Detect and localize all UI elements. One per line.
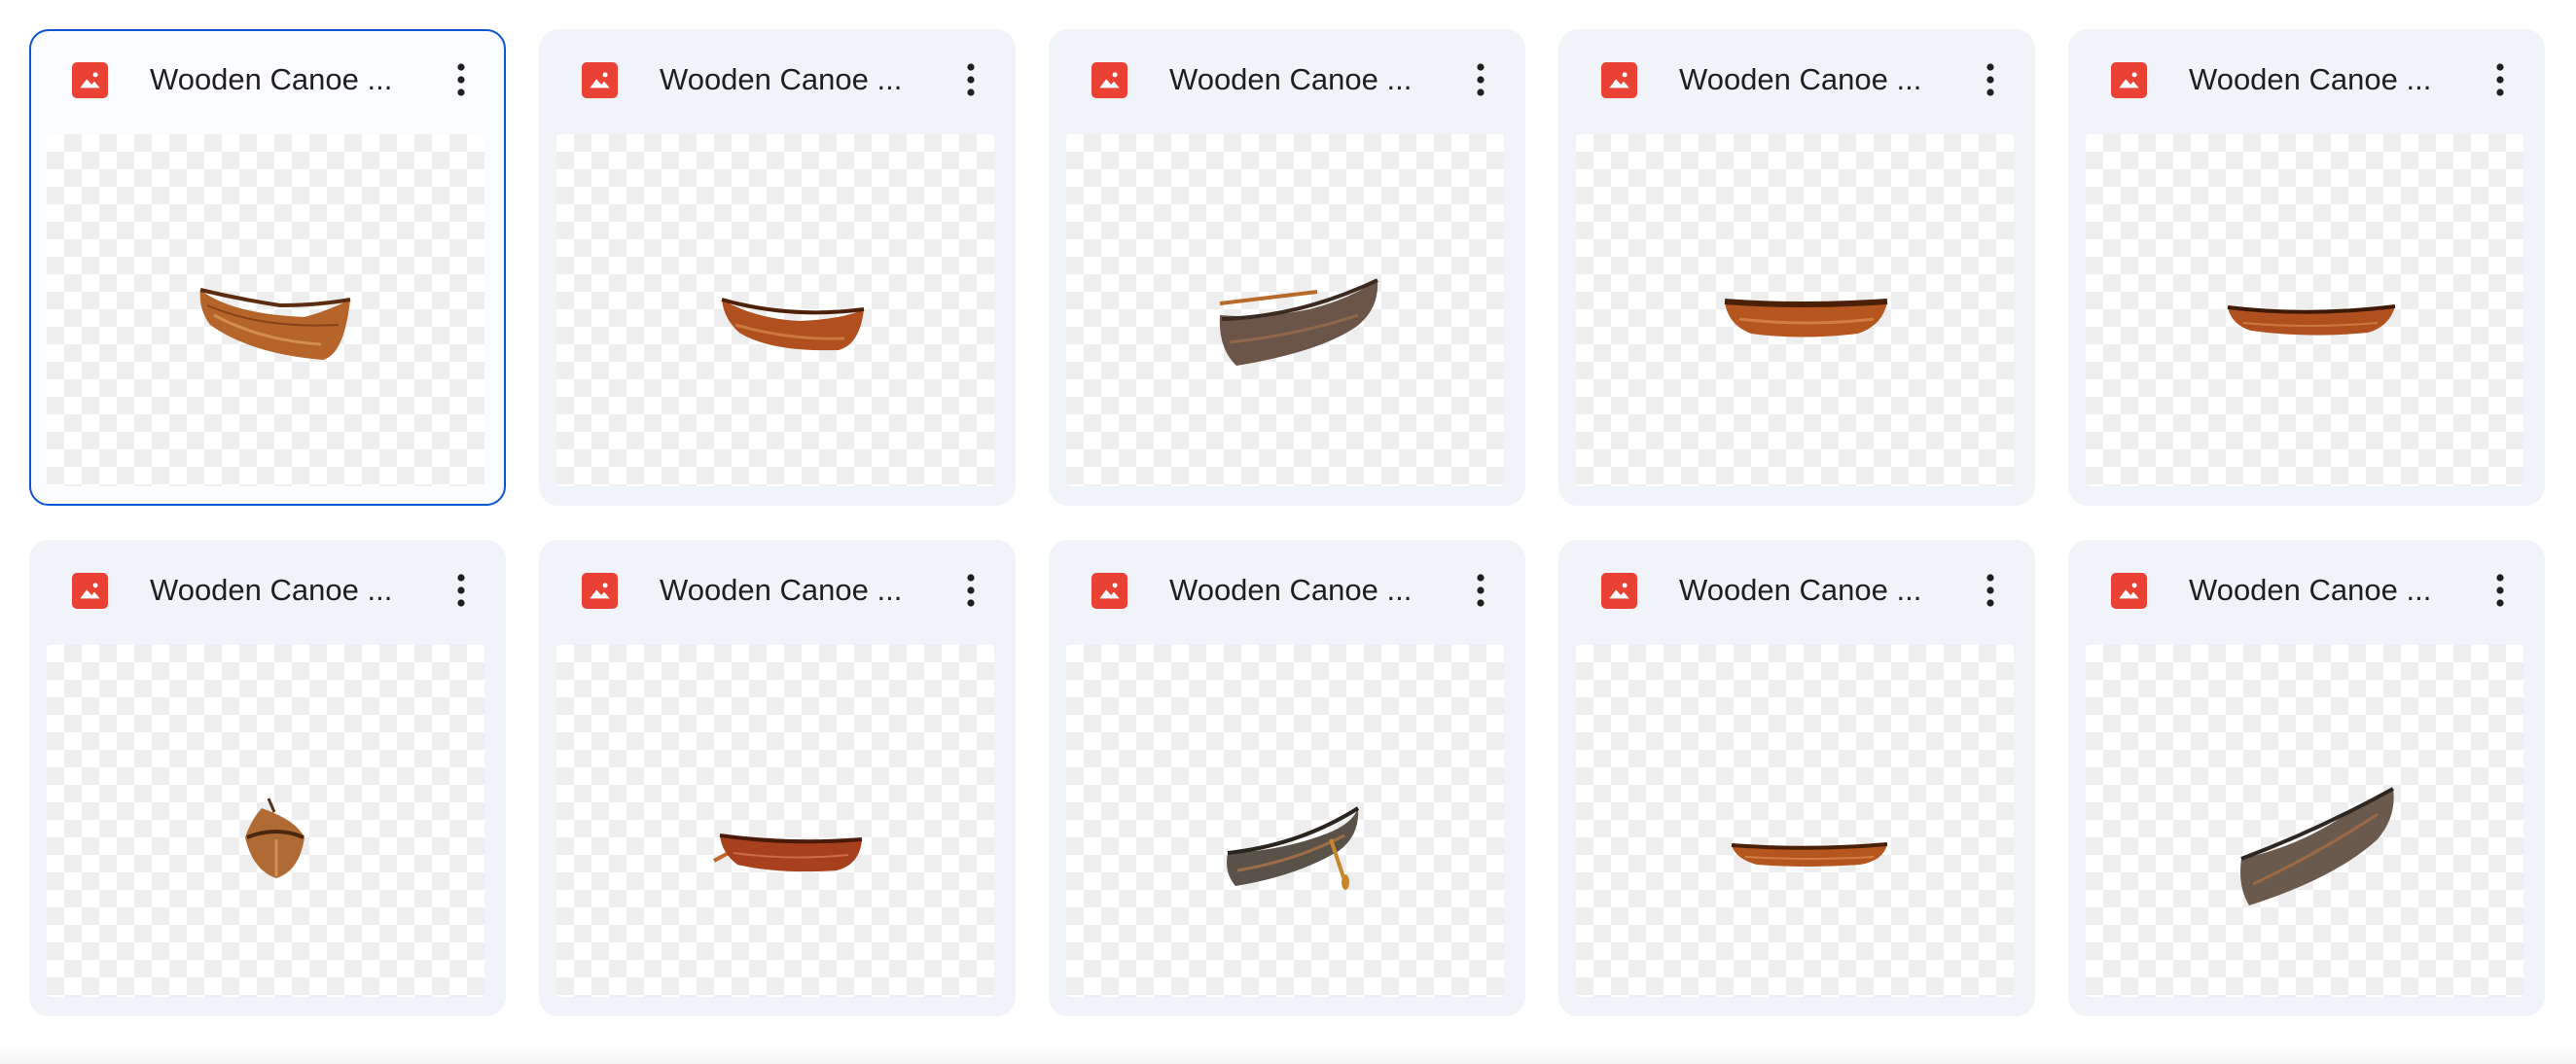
file-card[interactable]: Wooden Canoe ... (1558, 540, 2035, 1016)
canoe-image (1219, 278, 1378, 366)
more-options-button[interactable] (1965, 54, 2016, 105)
image-file-icon (582, 573, 618, 609)
file-card-header: Wooden Canoe ... (29, 540, 506, 642)
file-grid: Wooden Canoe ... Wooden Canoe ... Wooden… (29, 29, 2545, 1016)
image-file-icon (2111, 62, 2147, 98)
canoe-image (199, 288, 351, 360)
file-card[interactable]: Wooden Canoe ... (539, 29, 1016, 506)
file-name: Wooden Canoe ... (2189, 62, 2432, 96)
more-options-button[interactable] (1965, 565, 2016, 616)
file-card[interactable]: Wooden Canoe ... (1558, 29, 2035, 506)
image-file-icon (72, 62, 108, 98)
more-vertical-icon (1986, 63, 1994, 96)
more-vertical-icon (1477, 63, 1485, 96)
file-thumbnail (2086, 645, 2523, 997)
file-name: Wooden Canoe ... (1679, 573, 1922, 607)
file-card[interactable]: Wooden Canoe ... (2068, 29, 2545, 506)
canoe-image (713, 833, 863, 872)
file-name: Wooden Canoe ... (660, 62, 903, 96)
canoe-image (1227, 806, 1360, 890)
more-vertical-icon (1477, 574, 1485, 607)
more-options-button[interactable] (1455, 54, 1506, 105)
file-name: Wooden Canoe ... (1169, 573, 1413, 607)
more-options-button[interactable] (2475, 565, 2525, 616)
canoe-image (245, 798, 304, 878)
more-options-button[interactable] (436, 565, 486, 616)
image-file-icon (1091, 62, 1127, 98)
file-thumbnail (1066, 645, 1504, 997)
scroll-shadow (0, 1046, 2576, 1064)
image-file-icon (72, 573, 108, 609)
file-name: Wooden Canoe ... (150, 573, 393, 607)
more-vertical-icon (2496, 574, 2504, 607)
file-card[interactable]: Wooden Canoe ... (539, 540, 1016, 1016)
file-card-header: Wooden Canoe ... (1049, 540, 1525, 642)
file-thumbnail (556, 645, 994, 997)
file-thumbnail (47, 645, 484, 997)
more-options-button[interactable] (946, 565, 996, 616)
file-card-header: Wooden Canoe ... (2068, 29, 2545, 131)
more-options-button[interactable] (2475, 54, 2525, 105)
file-card-header: Wooden Canoe ... (1558, 29, 2035, 131)
more-vertical-icon (457, 63, 465, 96)
file-card[interactable]: Wooden Canoe ... (1049, 29, 1525, 506)
file-thumbnail (2086, 134, 2523, 486)
more-options-button[interactable] (436, 54, 486, 105)
file-card-header: Wooden Canoe ... (2068, 540, 2545, 642)
file-thumbnail (556, 134, 994, 486)
image-file-icon (1601, 62, 1637, 98)
canoe-image (2227, 304, 2396, 336)
file-card[interactable]: Wooden Canoe ... (29, 540, 506, 1016)
file-card[interactable]: Wooden Canoe ... (2068, 540, 2545, 1016)
canoe-image (1724, 299, 1888, 337)
file-thumbnail (1576, 134, 2014, 486)
file-name: Wooden Canoe ... (2189, 573, 2432, 607)
file-name: Wooden Canoe ... (1169, 62, 1413, 96)
canoe-image (1731, 842, 1888, 867)
more-vertical-icon (967, 574, 975, 607)
file-card-header: Wooden Canoe ... (31, 31, 504, 133)
more-vertical-icon (457, 574, 465, 607)
canoe-image (2240, 787, 2394, 905)
file-card-header: Wooden Canoe ... (1558, 540, 2035, 642)
canoe-image (721, 298, 865, 351)
file-card-header: Wooden Canoe ... (1049, 29, 1525, 131)
more-vertical-icon (1986, 574, 1994, 607)
more-options-button[interactable] (1455, 565, 1506, 616)
image-file-icon (2111, 573, 2147, 609)
file-card[interactable]: Wooden Canoe ... (29, 29, 506, 506)
file-name: Wooden Canoe ... (150, 62, 393, 96)
more-vertical-icon (2496, 63, 2504, 96)
file-name: Wooden Canoe ... (660, 573, 903, 607)
file-card-header: Wooden Canoe ... (539, 540, 1016, 642)
file-thumbnail (47, 134, 484, 486)
file-card[interactable]: Wooden Canoe ... (1049, 540, 1525, 1016)
more-options-button[interactable] (946, 54, 996, 105)
file-card-header: Wooden Canoe ... (539, 29, 1016, 131)
image-file-icon (1091, 573, 1127, 609)
image-file-icon (1601, 573, 1637, 609)
file-name: Wooden Canoe ... (1679, 62, 1922, 96)
file-thumbnail (1576, 645, 2014, 997)
image-file-icon (582, 62, 618, 98)
file-thumbnail (1066, 134, 1504, 486)
more-vertical-icon (967, 63, 975, 96)
